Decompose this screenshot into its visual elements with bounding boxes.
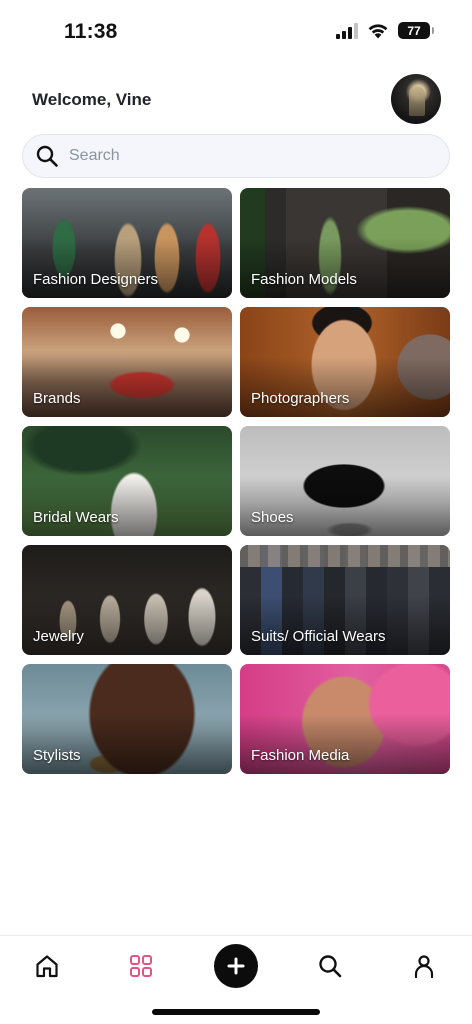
wifi-icon	[368, 23, 388, 38]
search-icon	[319, 955, 342, 978]
category-label: Fashion Models	[251, 271, 357, 288]
category-label: Stylists	[33, 747, 81, 764]
category-tile-brands[interactable]: Brands	[22, 307, 232, 417]
home-icon	[36, 955, 58, 978]
category-label: Brands	[33, 390, 81, 407]
welcome-text: Welcome, Vine	[32, 90, 152, 109]
category-label: Shoes	[251, 509, 294, 526]
category-label: Bridal Wears	[33, 509, 119, 526]
avatar[interactable]	[391, 74, 441, 124]
search-bar[interactable]	[22, 134, 450, 178]
category-label: Suits/ Official Wears	[251, 628, 386, 645]
search-input[interactable]	[69, 147, 389, 165]
category-tile-shoes[interactable]: Shoes	[240, 426, 450, 536]
category-tile-fashion-designers[interactable]: Fashion Designers	[22, 188, 232, 298]
battery-icon: 77	[398, 22, 434, 39]
category-tile-suits-official-wears[interactable]: Suits/ Official Wears	[240, 545, 450, 655]
category-label: Jewelry	[33, 628, 84, 645]
search-icon	[36, 145, 58, 167]
status-icons: 77	[336, 22, 434, 39]
nav-home-button[interactable]	[23, 950, 71, 982]
category-tile-bridal-wears[interactable]: Bridal Wears	[22, 426, 232, 536]
cellular-signal-icon	[336, 22, 358, 39]
category-tile-fashion-models[interactable]: Fashion Models	[240, 188, 450, 298]
category-label: Fashion Designers	[33, 271, 159, 288]
category-tile-fashion-media[interactable]: Fashion Media	[240, 664, 450, 774]
profile-icon	[414, 955, 434, 979]
status-time: 11:38	[64, 20, 118, 43]
nav-categories-button[interactable]	[117, 950, 165, 982]
category-label: Fashion Media	[251, 747, 350, 764]
nav-add-button[interactable]	[214, 944, 258, 988]
plus-icon	[227, 957, 245, 975]
status-bar: 11:38 77	[0, 0, 472, 64]
category-tile-photographers[interactable]: Photographers	[240, 307, 450, 417]
category-grid: Fashion Designers Fashion Models Brands …	[22, 188, 450, 774]
nav-search-button[interactable]	[306, 950, 354, 982]
category-tile-stylists[interactable]: Stylists	[22, 664, 232, 774]
home-indicator[interactable]	[152, 1009, 320, 1015]
grid-icon	[130, 955, 152, 977]
battery-level: 77	[407, 23, 421, 38]
nav-profile-button[interactable]	[400, 950, 448, 982]
category-tile-jewelry[interactable]: Jewelry	[22, 545, 232, 655]
category-label: Photographers	[251, 390, 350, 407]
